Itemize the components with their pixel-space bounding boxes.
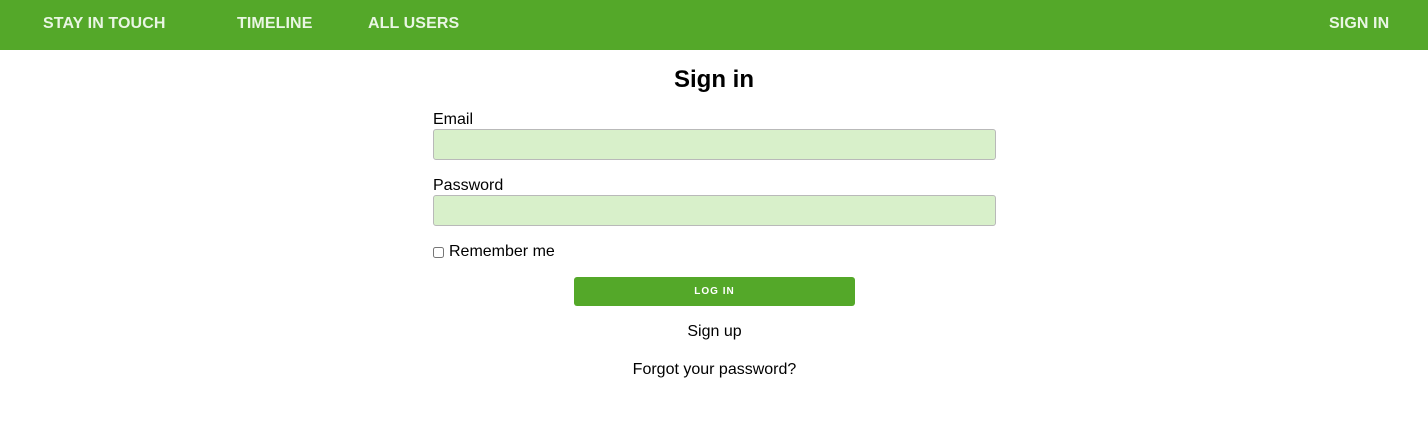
nav-link-sign-in[interactable]: SIGN IN	[1329, 15, 1389, 33]
remember-me-row: Remember me	[433, 242, 555, 262]
top-navbar: STAY IN TOUCH TIMELINE ALL USERS SIGN IN	[0, 0, 1428, 50]
remember-me-label[interactable]: Remember me	[449, 243, 555, 261]
nav-link-all-users[interactable]: ALL USERS	[368, 15, 459, 33]
password-field[interactable]	[433, 195, 996, 226]
forgot-password-link[interactable]: Forgot your password?	[433, 361, 996, 379]
remember-me-checkbox[interactable]	[433, 246, 444, 258]
email-field[interactable]	[433, 129, 996, 160]
page-title: Sign in	[674, 66, 754, 93]
nav-link-timeline[interactable]: TIMELINE	[237, 15, 312, 33]
password-label: Password	[433, 177, 504, 194]
brand-link[interactable]: STAY IN TOUCH	[43, 15, 166, 33]
email-label: Email	[433, 111, 474, 128]
sign-up-link[interactable]: Sign up	[433, 323, 996, 341]
log-in-button[interactable]: LOG IN	[574, 277, 855, 306]
